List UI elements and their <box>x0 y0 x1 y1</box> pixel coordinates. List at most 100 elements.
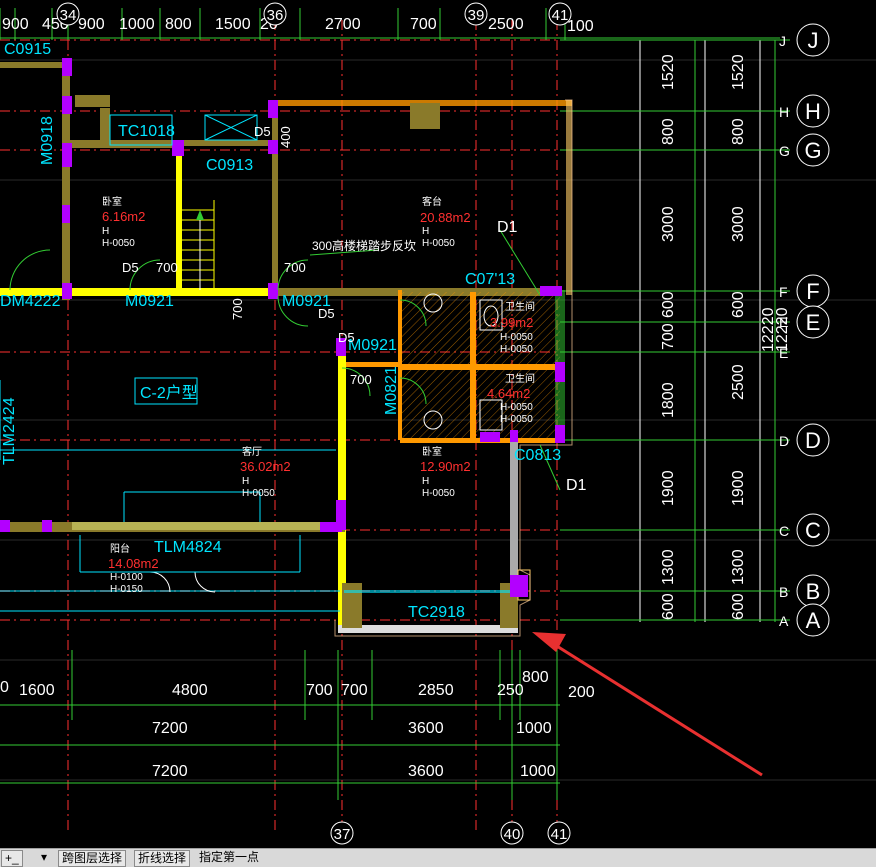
bottom-dim-3-3: 1000 <box>520 763 556 780</box>
snap-toggle-button[interactable]: +_ <box>1 850 23 867</box>
label-dm4222: DM4222 <box>0 293 61 310</box>
bottom-dim-1-1: 0 <box>0 679 9 696</box>
room-name: 客厅 <box>242 445 262 458</box>
label-note-300: 300高楼梯踏步反坎 <box>312 238 416 253</box>
cad-application: 900 450 900 1000 800 1500 20 2700 700 25… <box>0 0 876 867</box>
right-dim-outer-3: 3000 <box>730 206 747 242</box>
right-dim-inner-8: 1300 <box>660 549 677 585</box>
grid-letter-b: B <box>779 584 788 600</box>
grid-bubble-bottom-41: 41 <box>551 826 568 843</box>
room-area: 14.08m2 <box>108 556 159 571</box>
room-name: 卧室 <box>422 445 442 458</box>
label-dim-700-a: 700 <box>156 260 178 275</box>
right-dim-outer-7: 1300 <box>730 549 747 585</box>
room-tag-bedroom-1: 卧室 6.16m2 H H-0050 <box>102 195 145 249</box>
room-name: 客台 <box>422 195 442 208</box>
label-d1-b: D1 <box>566 477 587 494</box>
room-area: 6.16m2 <box>102 209 145 224</box>
room-elev: H-0050 <box>422 238 455 249</box>
room-elev: H-0050 <box>500 414 533 425</box>
polyline-select-button[interactable]: 折线选择 <box>134 850 191 867</box>
room-elev: H-0050 <box>242 488 275 499</box>
bottom-dim-1-8: 800 <box>522 669 549 686</box>
room-area: 12.90m2 <box>420 459 471 474</box>
right-dim-inner-2: 800 <box>660 118 677 145</box>
label-c0713: C07'13 <box>465 271 515 288</box>
status-bar: +_ ▾ 跨图层选择 折线选择 指定第一点 <box>0 848 876 867</box>
label-tc1018: TC1018 <box>118 123 175 140</box>
grid-bubble-top-41: 41 <box>552 7 569 24</box>
right-dim-outer-1: 1520 <box>730 54 747 90</box>
room-name: 阳台 <box>110 542 130 555</box>
label-dim-700-b: 700 <box>284 260 306 275</box>
label-m0921-c: M0921 <box>348 337 397 354</box>
right-dim-outer-2: 800 <box>730 118 747 145</box>
label-m0821: M0821 <box>383 366 400 415</box>
cross-layer-select-button[interactable]: 跨图层选择 <box>58 850 127 867</box>
grid-bubble-h: H <box>805 99 821 124</box>
label-c2-unit: C-2户型 <box>140 384 198 402</box>
top-dim-7: 2700 <box>325 16 361 33</box>
bottom-dim-3-2: 3600 <box>408 763 444 780</box>
right-dim-inner-9: 600 <box>660 593 677 620</box>
room-area: 36.02m2 <box>240 459 291 474</box>
command-prompt: 指定第一点 <box>199 850 260 864</box>
grid-letter-a: A <box>779 613 789 629</box>
top-dim-10: 100 <box>567 18 594 35</box>
label-dim-700-c: 700 <box>230 298 245 320</box>
right-dim-inner-1: 1520 <box>660 54 677 90</box>
label-tlm4824: TLM4824 <box>154 539 222 556</box>
room-h: H-0050 <box>500 402 533 413</box>
label-d5-b: D5 <box>122 260 139 275</box>
bottom-dim-2-2: 3600 <box>408 720 444 737</box>
bottom-dim-2-1: 7200 <box>152 720 188 737</box>
grid-letter-h: H <box>779 104 789 120</box>
bottom-dim-1-2: 1600 <box>19 682 55 699</box>
label-dim-700-d: 700 <box>350 372 372 387</box>
room-area: 20.88m2 <box>420 210 471 225</box>
room-h: H <box>102 226 109 237</box>
bottom-dim-1-5: 700 <box>341 682 368 699</box>
right-dim-inner-7: 1900 <box>660 470 677 506</box>
label-m0921-a: M0921 <box>125 293 174 310</box>
grid-letter-e2: E <box>779 345 788 361</box>
top-dim-4: 1000 <box>119 16 155 33</box>
room-h: H <box>422 226 429 237</box>
grid-letter-j: J <box>779 33 786 49</box>
top-dimensions: 900 450 900 1000 800 1500 20 2700 700 25… <box>0 2 780 40</box>
label-d5-a: D5 <box>254 124 271 139</box>
right-dim-outer-4: 600 <box>730 291 747 318</box>
room-elev: H-0150 <box>110 584 143 595</box>
label-d1-a: D1 <box>497 219 518 236</box>
label-tc2918: TC2918 <box>408 604 465 621</box>
right-dim-outer-8: 600 <box>730 593 747 620</box>
snap-dropdown-chevron-icon[interactable]: ▾ <box>38 850 50 865</box>
bottom-dim-1-6: 2850 <box>418 682 454 699</box>
right-dim-inner-5: 600 <box>660 291 677 318</box>
grid-letter-d: D <box>779 433 789 449</box>
bottom-dim-2-3: 1000 <box>516 720 552 737</box>
right-dim-inner-4: 700 <box>660 323 677 350</box>
right-dim-inner-6: 1800 <box>660 382 677 418</box>
grid-bubble-bottom-40: 40 <box>504 826 521 843</box>
room-area: 3.99m2 <box>490 315 533 330</box>
grid-bubble-top-36: 36 <box>267 7 284 24</box>
grid-bubble-d: D <box>805 428 821 453</box>
room-tag-living: 客厅 36.02m2 H H-0050 <box>240 445 291 499</box>
grid-bubble-f: F <box>806 279 819 304</box>
room-tag-bedroom-2: 卧室 12.90m2 H H-0050 <box>420 445 471 499</box>
label-d5-d: D5 <box>338 330 355 345</box>
label-m0918: M0918 <box>39 116 56 165</box>
room-name: 卧室 <box>102 195 122 208</box>
annotation-arrow <box>532 632 763 777</box>
room-h: H-0050 <box>500 332 533 343</box>
cad-drawing-canvas[interactable]: 900 450 900 1000 800 1500 20 2700 700 25… <box>0 0 876 848</box>
grid-bubble-a: A <box>806 608 821 633</box>
dim-lines-cyan <box>0 114 336 573</box>
room-name: 卫生间 <box>505 300 535 313</box>
grid-bubble-bottom-37: 37 <box>334 826 351 843</box>
grid-letter-c: C <box>779 523 789 539</box>
grid-bubble-g: G <box>804 138 821 163</box>
grid-bubble-top-34: 34 <box>60 7 77 24</box>
bottom-dim-1-9: 200 <box>568 684 595 701</box>
